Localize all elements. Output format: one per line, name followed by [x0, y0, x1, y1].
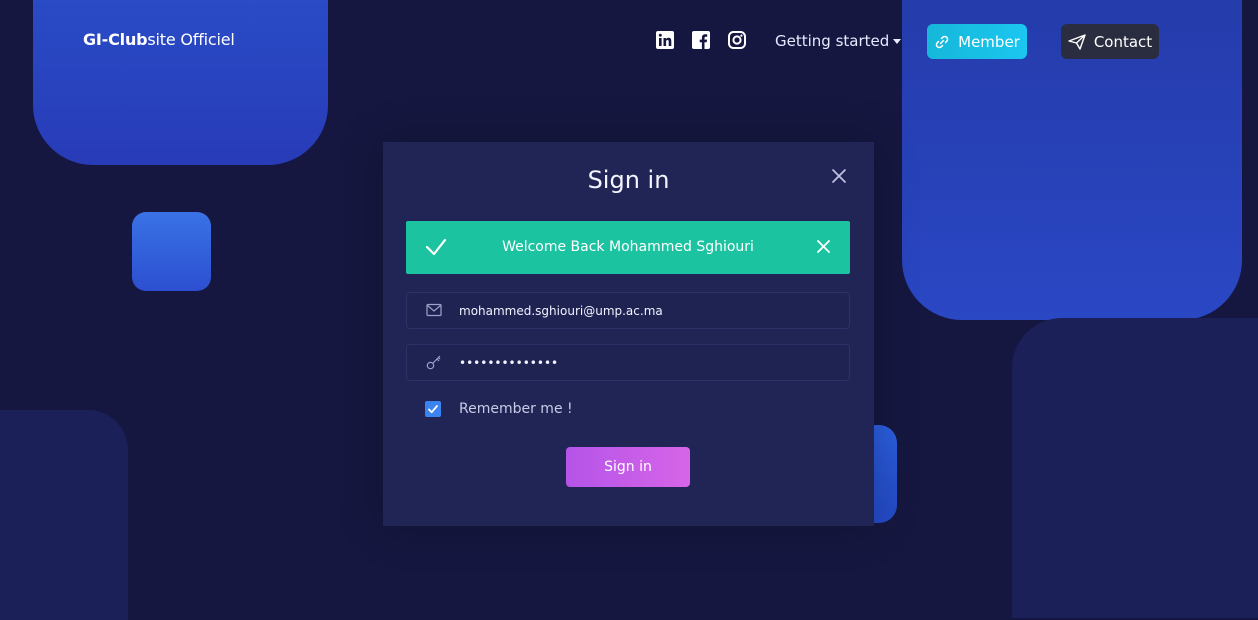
brand-rest: site Officiel: [147, 30, 235, 49]
password-field: [406, 344, 850, 381]
member-button[interactable]: Member: [927, 24, 1027, 59]
remember-checkbox[interactable]: [425, 401, 441, 417]
remember-label: Remember me !: [459, 401, 573, 417]
contact-button[interactable]: Contact: [1061, 24, 1159, 59]
linkedin-icon[interactable]: [656, 31, 674, 49]
modal-title: Sign in: [587, 166, 670, 194]
decor-block: [132, 212, 211, 291]
password-input[interactable]: [459, 345, 839, 380]
key-icon: [426, 355, 441, 370]
email-field: [406, 292, 850, 329]
success-alert: Welcome Back Mohammed Sghiouri: [406, 221, 850, 274]
link-icon: [935, 35, 949, 48]
instagram-icon[interactable]: [728, 31, 746, 49]
decor-block: [0, 410, 128, 620]
sign-in-modal: Sign in Welcome Back Mohammed Sghiouri m…: [383, 142, 874, 526]
getting-started-dropdown[interactable]: Getting started: [775, 32, 902, 50]
facebook-icon[interactable]: [692, 31, 710, 49]
decor-block: [33, 0, 328, 165]
envelope-icon: [426, 303, 442, 317]
remember-me-row: Remember me !: [425, 401, 573, 417]
member-label: Member: [958, 32, 1020, 51]
email-input[interactable]: [459, 293, 839, 328]
contact-label: Contact: [1093, 32, 1153, 51]
checkmark-icon: [428, 405, 438, 414]
decor-block: [1012, 318, 1258, 618]
paper-plane-icon: [1068, 33, 1086, 50]
alert-message: Welcome Back Mohammed Sghiouri: [502, 239, 754, 255]
brand-logo[interactable]: GI-Clubsite Officiel: [83, 30, 235, 49]
brand-bold: GI-Club: [83, 30, 148, 49]
sign-in-button[interactable]: Sign in: [566, 447, 690, 487]
getting-started-label: Getting started: [775, 32, 890, 50]
close-icon[interactable]: [831, 168, 847, 184]
alert-close-icon[interactable]: [817, 240, 830, 253]
caret-down-icon: [893, 39, 902, 44]
